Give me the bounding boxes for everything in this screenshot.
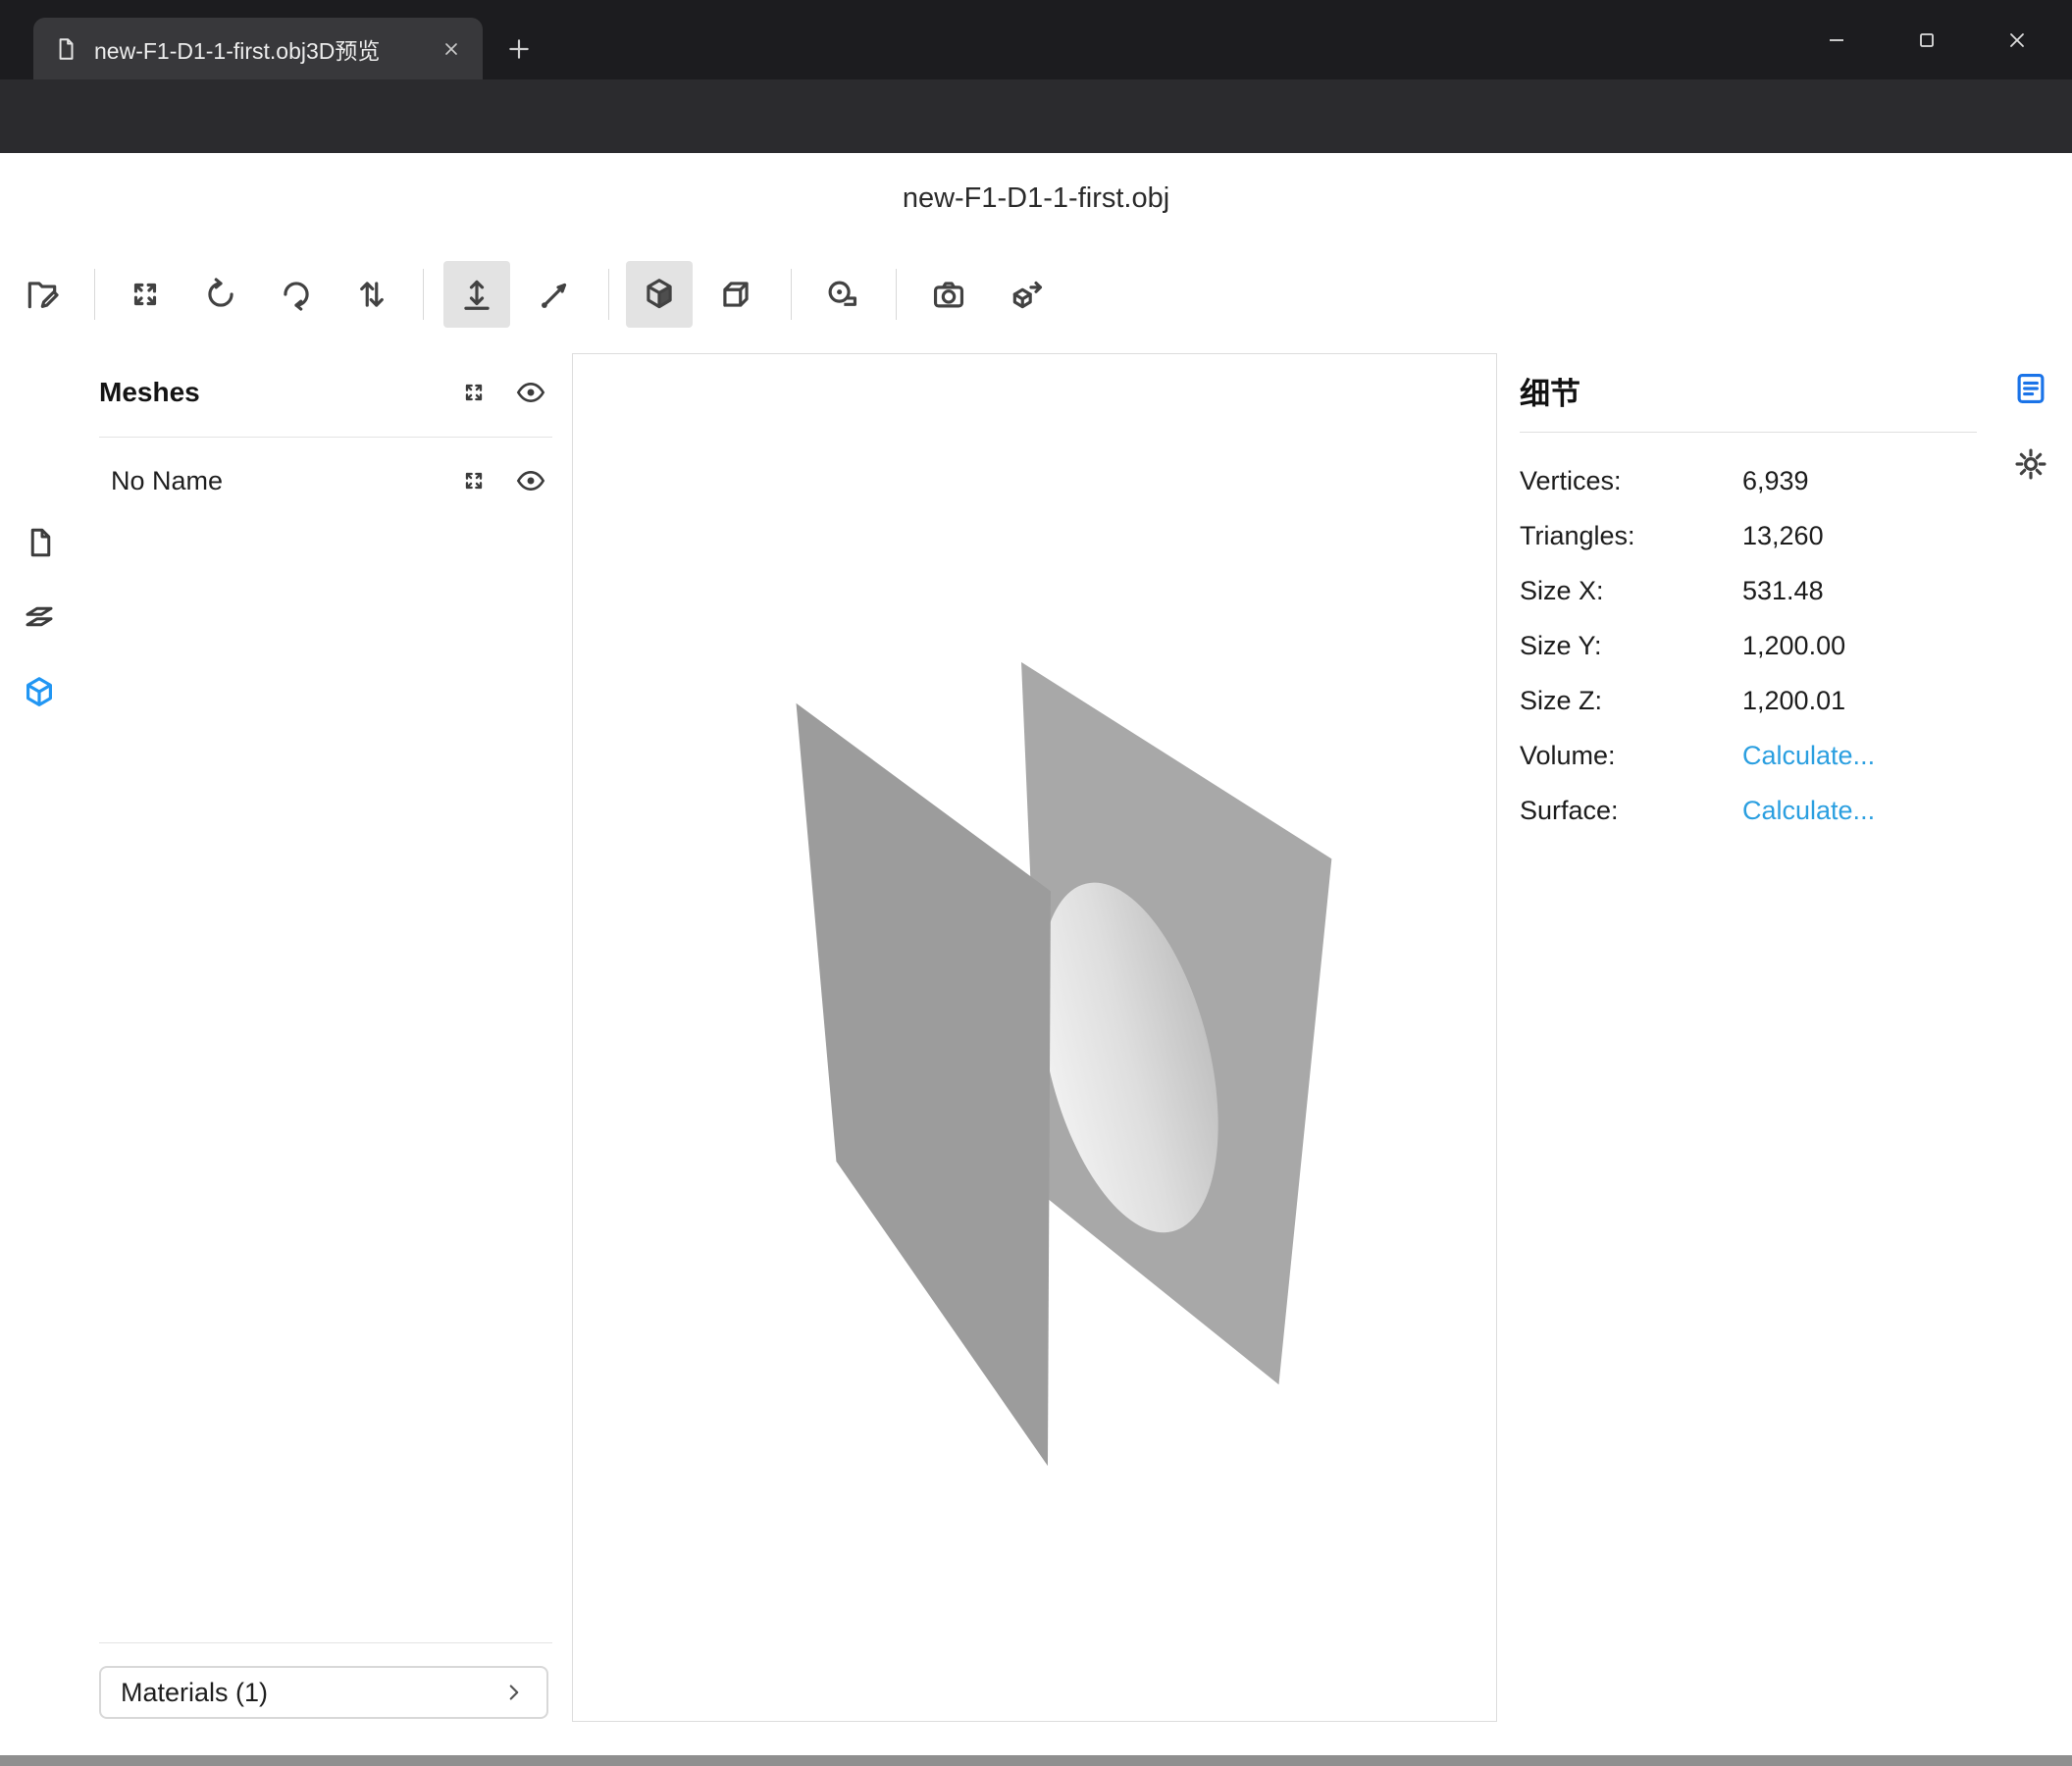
measure-tape-icon[interactable] xyxy=(808,261,875,328)
details-rows: Vertices: 6,939 Triangles: 13,260 Size X… xyxy=(1520,453,1977,838)
window-close-button[interactable] xyxy=(1972,0,2062,79)
tab-favicon-document-icon xyxy=(53,36,78,62)
detail-label: Surface: xyxy=(1520,796,1742,826)
panel-divider xyxy=(99,437,552,438)
detail-value: 531.48 xyxy=(1742,576,1977,606)
shading-cube-icon[interactable] xyxy=(626,261,693,328)
new-tab-button[interactable] xyxy=(499,29,539,69)
tab-close-icon[interactable] xyxy=(434,31,469,67)
mesh-visibility-eye-icon[interactable] xyxy=(515,465,546,496)
export-model-icon[interactable] xyxy=(994,261,1061,328)
detail-row-size-x: Size X: 531.48 xyxy=(1520,563,1977,618)
toolbar-divider xyxy=(423,269,424,320)
toolbar-divider xyxy=(791,269,792,320)
model-cube-icon[interactable] xyxy=(18,671,61,714)
tab-title: new-F1-D1-1-first.obj3D预览 xyxy=(94,32,418,66)
detail-label: Size X: xyxy=(1520,576,1742,606)
detail-row-surface: Surface: Calculate... xyxy=(1520,783,1977,838)
details-panel-header: 细节 xyxy=(1520,369,1976,413)
materials-button-label: Materials (1) xyxy=(121,1678,268,1708)
mesh-name: No Name xyxy=(111,466,223,496)
page-title: new-F1-D1-1-first.obj xyxy=(0,182,2072,215)
move-tool-icon[interactable] xyxy=(443,261,510,328)
detail-value: 6,939 xyxy=(1742,466,1977,496)
window-bottom-edge xyxy=(0,1755,2072,1766)
calculate-volume-link[interactable]: Calculate... xyxy=(1742,741,1977,771)
detail-row-size-y: Size Y: 1,200.00 xyxy=(1520,618,1977,673)
fit-all-icon[interactable] xyxy=(460,379,488,406)
materials-button[interactable]: Materials (1) xyxy=(99,1666,548,1719)
browser-tab[interactable]: new-F1-D1-1-first.obj3D预览 xyxy=(33,18,483,79)
visibility-eye-icon[interactable] xyxy=(515,377,546,408)
detail-value: 13,260 xyxy=(1742,521,1977,551)
calculate-surface-link[interactable]: Calculate... xyxy=(1742,796,1977,826)
toolbar-divider xyxy=(896,269,897,320)
wireframe-box-icon[interactable] xyxy=(702,261,769,328)
meshes-title: Meshes xyxy=(99,377,200,408)
materials-icon[interactable] xyxy=(18,597,61,640)
screenshot-camera-icon[interactable] xyxy=(915,261,982,328)
detail-row-volume: Volume: Calculate... xyxy=(1520,728,1977,783)
detail-label: Volume: xyxy=(1520,741,1742,771)
browser-titlebar: new-F1-D1-1-first.obj3D预览 xyxy=(0,0,2072,79)
detail-row-vertices: Vertices: 6,939 xyxy=(1520,453,1977,508)
open-file-icon[interactable] xyxy=(9,261,76,328)
fit-mesh-icon[interactable] xyxy=(460,467,488,494)
flip-vertical-icon[interactable] xyxy=(338,261,405,328)
settings-gear-icon[interactable] xyxy=(2009,442,2052,486)
detail-value: 1,200.00 xyxy=(1742,631,1977,661)
preview-page: new-F1-D1-1-first.obj xyxy=(0,153,2072,1755)
detail-label: Vertices: xyxy=(1520,466,1742,496)
fit-view-icon[interactable] xyxy=(112,261,179,328)
browser-window: new-F1-D1-1-first.obj3D预览 xyxy=(0,0,2072,1766)
window-controls xyxy=(1791,0,2062,79)
window-maximize-button[interactable] xyxy=(1882,0,1972,79)
meshes-panel-header: Meshes xyxy=(99,365,552,420)
model-viewport[interactable] xyxy=(572,353,1497,1722)
measure-line-icon[interactable] xyxy=(522,261,589,328)
detail-row-size-z: Size Z: 1,200.01 xyxy=(1520,673,1977,728)
detail-row-triangles: Triangles: 13,260 xyxy=(1520,508,1977,563)
panel-divider xyxy=(99,1642,552,1643)
viewer-toolbar xyxy=(0,261,2072,332)
rotate-z-icon[interactable] xyxy=(263,261,330,328)
detail-label: Size Z: xyxy=(1520,686,1742,716)
3d-model-render[interactable] xyxy=(573,354,1496,1721)
detail-value: 1,200.01 xyxy=(1742,686,1977,716)
browser-navbar: https://file.kkview.cn/onlinePreview?url… xyxy=(0,79,2072,153)
toolbar-divider xyxy=(94,269,95,320)
window-minimize-button[interactable] xyxy=(1791,0,1882,79)
details-list-icon[interactable] xyxy=(2009,367,2052,410)
detail-label: Triangles: xyxy=(1520,521,1742,551)
file-info-icon[interactable] xyxy=(18,521,61,564)
rotate-y-icon[interactable] xyxy=(187,261,254,328)
mesh-list-item[interactable]: No Name xyxy=(111,453,552,508)
chevron-right-icon xyxy=(501,1680,527,1705)
toolbar-divider xyxy=(608,269,609,320)
left-plane xyxy=(797,703,1051,1466)
panel-divider xyxy=(1520,432,1977,433)
detail-label: Size Y: xyxy=(1520,631,1742,661)
